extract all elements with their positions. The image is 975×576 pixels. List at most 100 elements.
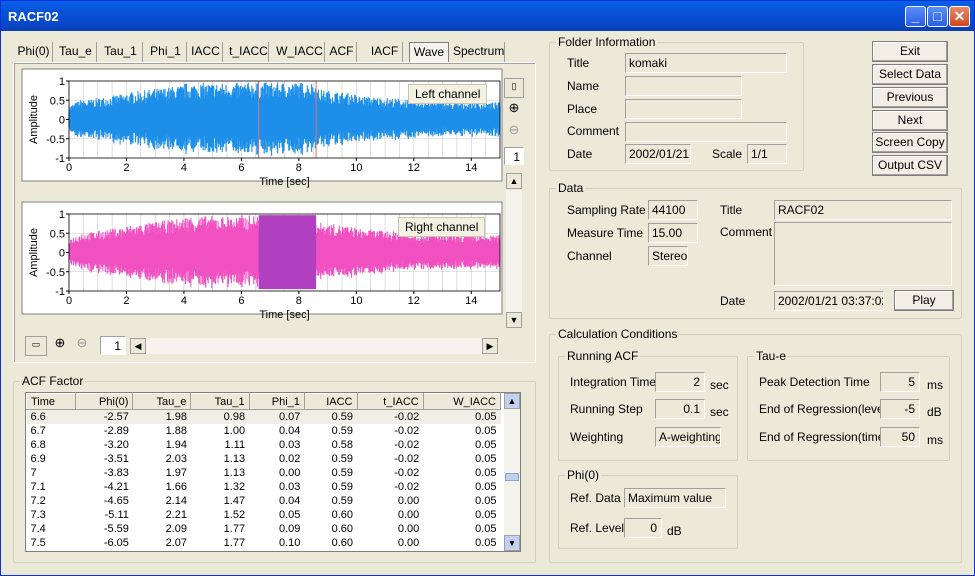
acf-table-row[interactable]: 7.5 -6.05 2.07 1.77 0.10 0.60 0.00 0.05 [27, 536, 501, 550]
acf-column-header[interactable]: Tau_1 [190, 393, 250, 410]
acf-table-row[interactable]: 7.2 -4.65 2.14 1.47 0.04 0.59 0.00 0.05 [27, 494, 501, 508]
running-step-unit: sec [710, 405, 729, 419]
acf-column-header[interactable]: W_IACC [422, 393, 502, 410]
acf-table-row[interactable]: 7.1 -4.21 1.66 1.32 0.03 0.59 -0.02 0.05 [27, 480, 501, 494]
acf-table-cell: 1.13 [223, 452, 246, 465]
vertical-zoom-counter[interactable]: 1 [504, 147, 524, 165]
tab-wave[interactable]: Wave [409, 42, 449, 62]
up-arrow-icon: ▲ [509, 176, 519, 186]
acf-table-cell: 0.03 [279, 480, 301, 493]
right-channel-plot-ytick-label: -0.5 [46, 267, 65, 279]
acf-table-cell: 2.21 [165, 508, 187, 521]
folder-name-field [625, 76, 742, 96]
right-channel-plot-xtick-label: 2 [123, 295, 129, 307]
acf-table-row[interactable]: 6.6 -2.57 1.98 0.98 0.07 0.59 -0.02 0.05 [26, 409, 501, 424]
ref-level-field: 0 [624, 518, 662, 538]
acf-table-row[interactable]: 6.9 -3.51 2.03 1.13 0.02 0.59 -0.02 0.05 [27, 452, 501, 466]
right-channel-plot-selection-band [258, 215, 317, 290]
tab-iacc[interactable]: IACC [189, 42, 223, 62]
acf-scroll-up[interactable]: ▲ [504, 393, 520, 409]
acf-table-cell: 1.47 [223, 494, 246, 507]
close-button[interactable]: ✕ [949, 6, 970, 27]
fit-horizontal-icon: ▭ [31, 339, 41, 349]
acf-table-cell: 0.10 [279, 536, 301, 549]
right-channel-label: Right channel [398, 217, 486, 237]
acf-column-header[interactable]: IACC [303, 393, 358, 410]
acf-table-row[interactable]: 7.3 -5.11 2.21 1.52 0.05 0.60 0.00 0.05 [27, 508, 501, 522]
horizontal-scroll-track[interactable] [146, 338, 482, 354]
acf-scroll-thumb[interactable] [505, 473, 519, 481]
running-acf-legend: Running ACF [567, 349, 639, 363]
horizontal-zoom-counter[interactable]: 1 [100, 336, 126, 355]
screen-copy-button[interactable]: Screen Copy [872, 132, 948, 153]
exit-button[interactable]: Exit [872, 41, 948, 62]
select-data-button[interactable]: Select Data [872, 64, 948, 85]
ref-data-field: Maximum value [624, 488, 726, 508]
vertical-scroll-track[interactable] [506, 190, 522, 312]
acf-table-row[interactable]: 6.7 -2.89 1.88 1.00 0.04 0.59 -0.02 0.05 [27, 424, 501, 438]
acf-table-cell: 0.05 [475, 522, 497, 535]
acf-table-cell: 6.8 [30, 438, 46, 451]
folder-comment-label: Comment [567, 124, 620, 138]
previous-button[interactable]: Previous [872, 87, 948, 108]
acf-table-row[interactable]: 6.8 -3.20 1.94 1.11 0.03 0.58 -0.02 0.05 [27, 438, 501, 452]
scroll-up-button[interactable]: ▲ [506, 173, 522, 189]
acf-table-cell: -3.83 [103, 466, 129, 479]
tab-iacf[interactable]: IACF [367, 42, 403, 62]
minimize-button[interactable]: _ [905, 6, 926, 27]
acf-table-cell: 0.05 [475, 466, 497, 479]
tab-w-iacc[interactable]: W_IACC [275, 42, 325, 62]
tab-t-iacc[interactable]: t_IACC [229, 42, 269, 62]
tab-spectrum[interactable]: Spectrum [453, 42, 505, 62]
acf-column-header[interactable]: Time [26, 393, 77, 410]
maximize-button[interactable]: □ [927, 6, 948, 27]
tab-tau-e[interactable]: Tau_e [55, 42, 97, 62]
acf-table-row[interactable]: 7 -3.83 1.97 1.13 0.00 0.59 -0.02 0.05 [27, 466, 501, 480]
next-button[interactable]: Next [872, 110, 948, 131]
acf-scroll-down[interactable]: ▼ [504, 535, 520, 551]
scroll-left-button[interactable]: ◀ [130, 338, 146, 354]
tab-phi0[interactable]: Phi(0) [15, 42, 53, 62]
scroll-right-button[interactable]: ▶ [482, 338, 498, 354]
left-arrow-icon: ◀ [134, 341, 142, 351]
acf-column-header[interactable]: Tau_e [132, 393, 192, 410]
tab-acf[interactable]: ACF [327, 42, 357, 62]
acf-table-cell: 0.59 [331, 424, 353, 437]
play-button[interactable]: Play [894, 290, 954, 311]
fit-horizontal-button[interactable]: ▭ [25, 336, 47, 356]
title-bar[interactable]: RACF02 _ □ ✕ [1, 1, 974, 31]
acf-table-row[interactable]: 7.4 -5.59 2.09 1.77 0.09 0.60 0.00 0.05 [27, 522, 501, 536]
acf-table-cell: -2.57 [103, 410, 129, 423]
right-arrow-icon: ▶ [486, 341, 494, 351]
acf-column-header[interactable]: Phi_1 [248, 393, 305, 410]
channel-field: Stereo [648, 246, 688, 266]
acf-table-cell: 0.59 [331, 480, 353, 493]
scroll-down-button[interactable]: ▼ [506, 312, 522, 328]
zoom-out-horizontal-button[interactable]: ⊖ [72, 336, 92, 356]
zoom-out-vertical-button[interactable]: ⊖ [504, 123, 524, 143]
acf-table-cell: -3.20 [103, 438, 129, 451]
left-channel-plot-xtick-label: 8 [296, 162, 302, 174]
zoom-out-icon: ⊖ [508, 122, 520, 137]
left-channel-plot-xtick-label: 6 [238, 162, 244, 174]
right-channel-plot-ytick-label: 0.5 [50, 228, 65, 240]
fit-vertical-button[interactable]: ▯ [504, 78, 524, 98]
maximize-icon: □ [933, 8, 942, 24]
sampling-rate-field: 44100 [648, 200, 698, 220]
output-csv-button[interactable]: Output CSV [872, 155, 948, 176]
acf-column-header[interactable]: Phi(0) [75, 393, 134, 410]
acf-factor-legend: ACF Factor [22, 374, 84, 388]
weighting-field: A-weighting [655, 427, 721, 447]
zoom-in-horizontal-button[interactable]: ⊕ [50, 336, 70, 356]
left-channel-plot-xlabel: Time [sec] [259, 176, 309, 188]
right-channel-plot-xtick-label: 10 [350, 295, 362, 307]
acf-scrollbar[interactable]: ▲ ▼ [504, 393, 520, 551]
tab-tau-1[interactable]: Tau_1 [99, 42, 143, 62]
acf-table-cell: 1.97 [165, 466, 187, 479]
acf-column-header[interactable]: t_IACC [356, 393, 424, 410]
tab-phi-1[interactable]: Phi_1 [145, 42, 187, 62]
right-channel-plot-xtick-label: 8 [296, 295, 302, 307]
acf-table-cell: 0.98 [223, 410, 246, 423]
acf-table-cell: 1.77 [223, 536, 246, 549]
zoom-in-vertical-button[interactable]: ⊕ [504, 101, 524, 121]
